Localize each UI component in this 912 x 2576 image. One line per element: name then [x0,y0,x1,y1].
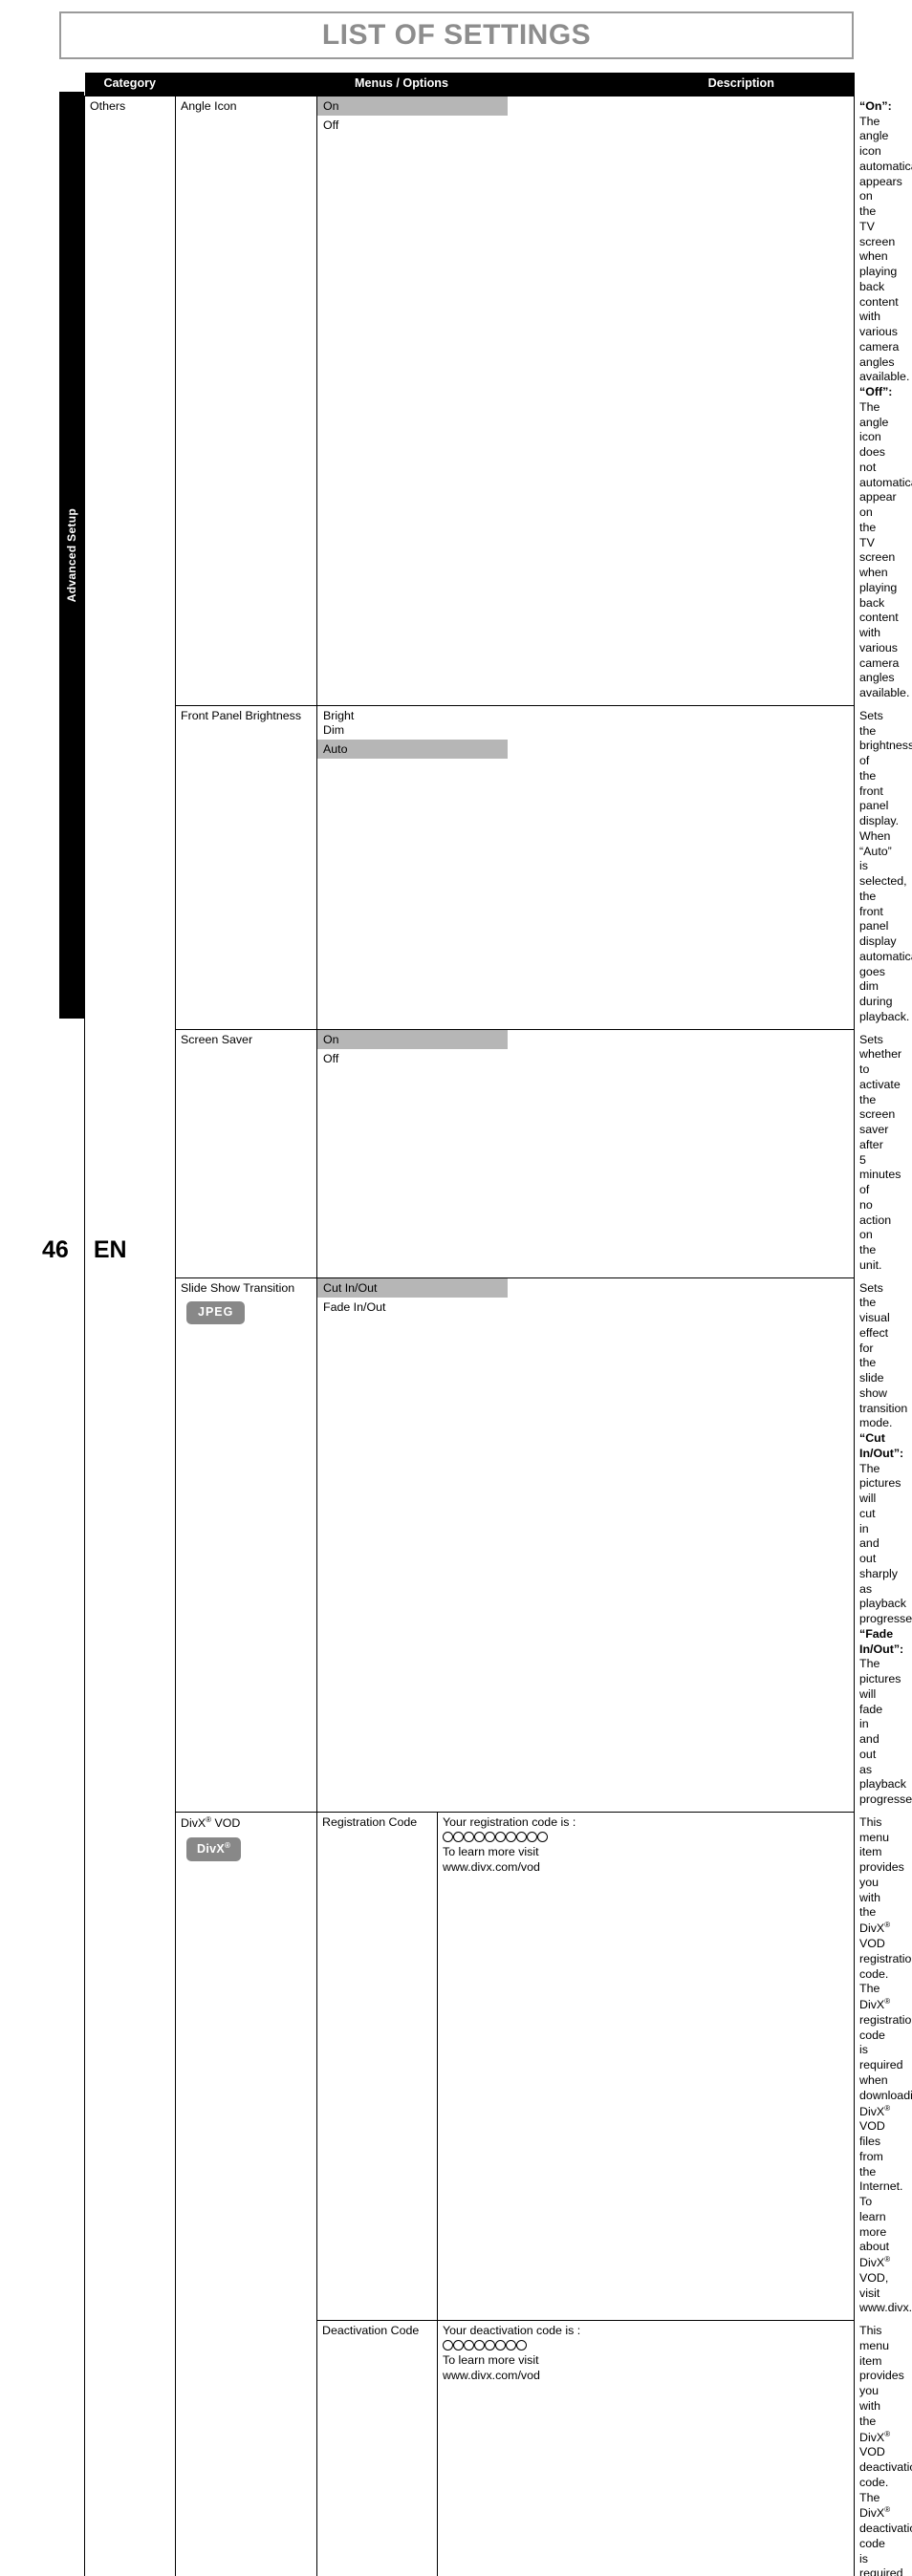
submenu-label: Deactivation Code [322,2324,420,2338]
page-number: 46 [42,1236,69,1263]
description-text-intro: Sets the visual effect for the slide sho… [859,1280,908,1430]
submenu-detail-deactivation-code: Your deactivation code is : To learn mor… [436,2320,856,2576]
description-text-on: The angle icon automatically appears on … [859,114,912,384]
option-auto[interactable]: Auto [317,739,508,759]
code-circle [506,2339,516,2351]
column-header-category: Category [84,73,176,97]
table-row: Screen Saver On Off Sets whether to acti… [85,1028,901,1278]
menu-label: Front Panel Brightness [181,708,302,722]
code-circle [527,1831,537,1842]
option-on[interactable]: On [317,96,508,116]
category-cell: Others [84,95,176,2576]
registration-learn-more: To learn more visit [443,1845,539,1859]
submenu-detail-registration-code: Your registration code is : To learn mor… [436,1811,856,2322]
menu-label: Screen Saver [181,1032,253,1046]
divx-format-badge: DivX® [186,1836,241,1861]
settings-table: Category Menus / Options Description Oth… [84,73,912,2576]
description-bold-cut: “Cut In/Out”: [859,1431,904,1460]
options-cell-front-panel-brightness: Bright Dim Auto [315,704,856,1030]
submenu-name-deactivation-code: Deactivation Code [316,2320,438,2576]
code-circle [443,1831,453,1842]
description-bold-off: “Off”: [859,385,893,399]
menu-name-divx-vod: DivX® VOD DivX® [175,1811,317,2576]
table-header: Category Menus / Options Description [84,73,855,97]
menu-label: Angle Icon [181,98,237,113]
registration-code-placeholder [443,1831,849,1845]
section-tab-advanced-setup: Advanced Setup [59,92,84,1019]
page-title: LIST OF SETTINGS [321,19,592,51]
option-off[interactable]: Off [317,1049,508,1068]
description-text: Sets whether to activate the screen save… [859,1032,902,1272]
section-tab-label: Advanced Setup [65,507,78,603]
code-circle [495,2339,506,2351]
deactivation-code-placeholder [443,2339,849,2353]
code-circle [464,2339,474,2351]
code-circle [453,2339,464,2351]
menu-name-screen-saver: Screen Saver [175,1028,317,1278]
code-circle [474,1831,485,1842]
description-text: This menu item provides you with the Div… [859,2324,912,2576]
options-cell-angle-icon: On Off [315,95,856,706]
description-text-off: The angle icon does not automatically ap… [859,399,912,700]
code-circle [453,1831,464,1842]
category-label: Others [90,98,126,113]
page-language: EN [93,1236,127,1263]
code-circle [464,1831,474,1842]
code-circle [516,1831,527,1842]
menu-name-angle-icon: Angle Icon [175,95,317,706]
submenu-label: Registration Code [322,1814,418,1829]
options-cell-screen-saver: On Off [315,1028,856,1278]
code-circle [495,1831,506,1842]
menu-name-slide-show-transition: Slide Show Transition JPEG [175,1277,317,1813]
code-circle [443,2339,453,2351]
submenu-name-registration-code: Registration Code [316,1811,438,2322]
registration-code-prompt: Your registration code is : [443,1814,576,1829]
description-text-cut: The pictures will cut in and out sharply… [859,1461,912,1626]
jpeg-format-badge: JPEG [186,1301,246,1325]
table-row: Front Panel Brightness Bright Dim Auto S… [85,704,912,1030]
table-row: Slide Show Transition JPEG Cut In/Out Fa… [85,1277,912,1813]
deactivation-url: www.divx.com/vod [443,2369,540,2383]
deactivation-learn-more: To learn more visit [443,2353,539,2368]
table-row: Others Angle Icon On Off “On”: The angle… [84,95,912,2576]
description-bold-fade: “Fade In/Out”: [859,1626,904,1656]
code-circle [516,2339,527,2351]
registration-url: www.divx.com/vod [443,1859,540,1874]
code-circle [485,2339,495,2351]
code-circle [506,1831,516,1842]
column-header-menus-options: Menus / Options [174,73,629,97]
option-on[interactable]: On [317,1029,508,1049]
description-text: This menu item provides you with the Div… [859,1814,912,2315]
deactivation-code-prompt: Your deactivation code is : [443,2324,581,2338]
page-footer: 46 EN [42,1236,127,1264]
description-text-fade: The pictures will fade in and out as pla… [859,1657,912,1807]
description-bold-on: “On”: [859,98,892,113]
option-off[interactable]: Off [317,116,508,135]
code-circle [537,1831,548,1842]
options-cell-slide-show-transition: Cut In/Out Fade In/Out [315,1277,856,1813]
code-circle [474,2339,485,2351]
page-title-banner: LIST OF SETTINGS [59,11,854,59]
menu-name-front-panel-brightness: Front Panel Brightness [175,704,317,1030]
option-bright[interactable]: Bright [317,706,508,723]
menu-label: DivX® VOD [181,1814,241,1831]
description-text-line1: Sets the brightness of the front panel d… [859,708,912,828]
column-header-description: Description [627,73,855,97]
option-dim[interactable]: Dim [317,723,508,740]
code-circle [485,1831,495,1842]
description-text-line2: When “Auto” is selected, the front panel… [859,828,912,1023]
table-header-row: Category Menus / Options Description [84,73,855,97]
table-row: DivX® VOD DivX® Registration Code Your r… [85,1811,912,2576]
option-fade-in-out[interactable]: Fade In/Out [317,1298,508,1317]
